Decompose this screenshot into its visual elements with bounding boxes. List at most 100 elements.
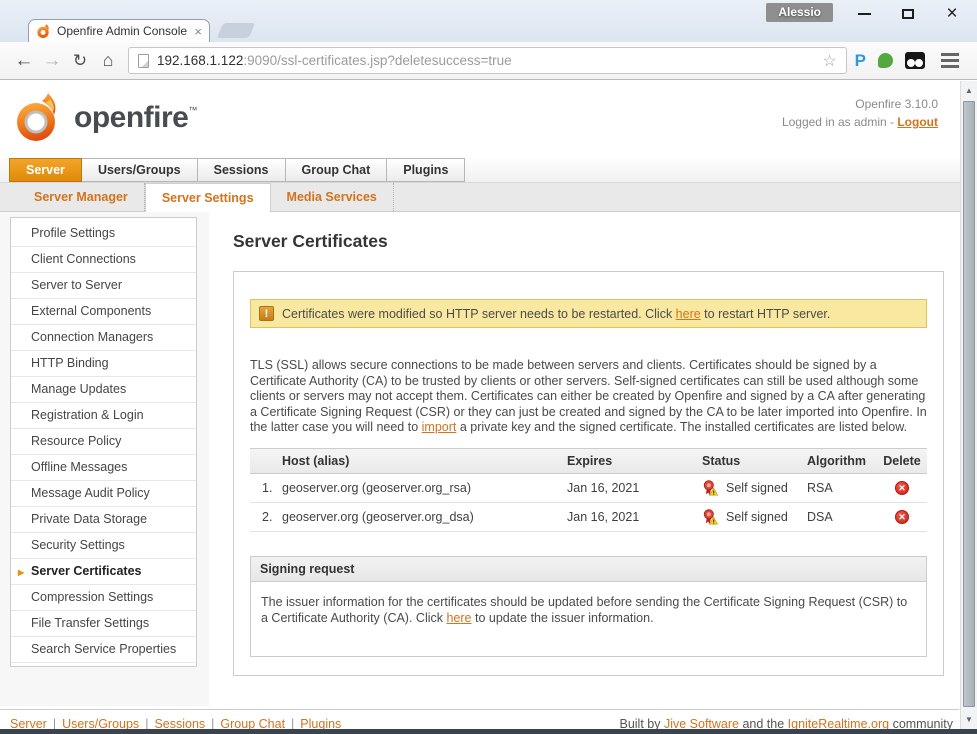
sidebar-item-compression-settings[interactable]: Compression Settings xyxy=(11,585,196,611)
header-info: Openfire 3.10.0 Logged in as admin - Log… xyxy=(782,97,938,129)
table-header-row: Host (alias) Expires Status Algorithm De… xyxy=(250,448,927,474)
sub-nav: Server Manager Server Settings Media Ser… xyxy=(0,182,960,212)
import-link[interactable]: import xyxy=(422,420,457,434)
intro-text-after: a private key and the signed certificate… xyxy=(456,420,907,434)
close-icon: × xyxy=(946,5,957,23)
reload-icon[interactable]: ↻ xyxy=(66,51,94,71)
page-icon xyxy=(138,54,149,68)
tab-server[interactable]: Server xyxy=(9,158,82,182)
certificate-warning-icon xyxy=(702,509,718,525)
sidebar-item-http-binding[interactable]: HTTP Binding xyxy=(11,351,196,377)
sidebar-item-server-to-server[interactable]: Server to Server xyxy=(11,273,196,299)
chrome-menu-icon[interactable] xyxy=(941,53,959,56)
warning-text-before: Certificates were modified so HTTP serve… xyxy=(282,307,676,321)
sidebar-item-registration-login[interactable]: Registration & Login xyxy=(11,403,196,429)
subtab-server-manager[interactable]: Server Manager xyxy=(18,183,145,211)
cert-host-link[interactable]: geoserver.org (geoserver.org_dsa) xyxy=(282,510,567,524)
warning-text-after: to restart HTTP server. xyxy=(701,307,831,321)
sidebar-item-security-settings[interactable]: Security Settings xyxy=(11,533,196,559)
sidebar-item-message-audit-policy[interactable]: Message Audit Policy xyxy=(11,481,196,507)
scroll-down-icon[interactable]: ▼ xyxy=(961,711,977,728)
delete-certificate-icon[interactable]: ✕ xyxy=(895,481,909,495)
restart-warning-banner: ! Certificates were modified so HTTP ser… xyxy=(250,299,927,328)
minimize-icon xyxy=(858,13,871,15)
bookmark-star-icon[interactable]: ☆ xyxy=(822,51,836,71)
dark-extension-icon[interactable] xyxy=(905,52,925,69)
subtab-media-services[interactable]: Media Services xyxy=(271,183,394,211)
sidebar-item-connection-managers[interactable]: Connection Managers xyxy=(11,325,196,351)
page: openfire™ Openfire 3.10.0 Logged in as a… xyxy=(0,81,977,729)
minimize-button[interactable] xyxy=(849,2,879,26)
green-bubble-extension-icon[interactable] xyxy=(878,53,893,68)
signing-request-panel: Signing request The issuer information f… xyxy=(250,556,927,657)
delete-certificate-icon[interactable]: ✕ xyxy=(895,510,909,524)
sidebar-item-external-components[interactable]: External Components xyxy=(11,299,196,325)
intro-paragraph: TLS (SSL) allows secure connections to b… xyxy=(250,358,927,436)
signing-request-body: The issuer information for the certifica… xyxy=(251,582,926,656)
sidebar-item-file-transfer-settings[interactable]: File Transfer Settings xyxy=(11,611,196,637)
scroll-up-icon[interactable]: ▲ xyxy=(961,82,977,99)
tab-plugins[interactable]: Plugins xyxy=(386,158,465,182)
sidebar: Profile Settings Client Connections Serv… xyxy=(10,217,197,667)
close-button[interactable]: × xyxy=(937,2,967,26)
home-icon[interactable]: ⌂ xyxy=(94,50,122,71)
table-row: 1. geoserver.org (geoserver.org_rsa) Jan… xyxy=(250,474,927,503)
sidebar-item-server-certificates[interactable]: ▶ Server Certificates xyxy=(11,559,196,585)
profile-badge[interactable]: Alessio xyxy=(766,3,833,22)
sidebar-item-offline-messages[interactable]: Offline Messages xyxy=(11,455,196,481)
cert-status-text: Self signed xyxy=(726,481,788,495)
sidebar-item-private-data-storage[interactable]: Private Data Storage xyxy=(11,507,196,533)
sidebar-item-profile-settings[interactable]: Profile Settings xyxy=(11,221,196,247)
cert-status-cell: Self signed xyxy=(702,509,807,525)
warning-icon: ! xyxy=(259,306,274,321)
version-label: Openfire 3.10.0 xyxy=(782,97,938,111)
tab-sessions[interactable]: Sessions xyxy=(197,158,286,182)
restart-here-link[interactable]: here xyxy=(676,307,701,321)
tab-users-groups[interactable]: Users/Groups xyxy=(81,158,198,182)
header-status: Status xyxy=(702,454,807,468)
sidebar-item-label: Server Certificates xyxy=(31,564,141,578)
cert-host-link[interactable]: geoserver.org (geoserver.org_rsa) xyxy=(282,481,567,495)
signing-text-after: to update the issuer information. xyxy=(472,611,654,625)
p-extension-icon[interactable]: P xyxy=(855,51,866,71)
back-icon[interactable]: ← xyxy=(10,50,38,72)
cert-status-cell: Self signed xyxy=(702,480,807,496)
active-item-arrow-icon: ▶ xyxy=(18,566,24,580)
maximize-button[interactable] xyxy=(893,2,923,26)
row-number: 2. xyxy=(250,510,282,524)
tab-title: Openfire Admin Console: xyxy=(57,24,188,38)
sidebar-item-search-service-properties[interactable]: Search Service Properties xyxy=(11,637,196,663)
page-title: Server Certificates xyxy=(233,231,388,252)
footer: Built by Jive Software and the IgniteRea… xyxy=(0,709,959,731)
update-issuer-here-link[interactable]: here xyxy=(446,611,471,625)
extensions-area: P xyxy=(855,51,963,71)
header-delete: Delete xyxy=(877,454,927,468)
tab-group-chat[interactable]: Group Chat xyxy=(285,158,388,182)
maximize-icon xyxy=(902,9,914,19)
url-host: 192.168.1.122 xyxy=(157,53,243,68)
subtab-server-settings[interactable]: Server Settings xyxy=(145,183,271,212)
browser-tab[interactable]: Openfire Admin Console: × xyxy=(28,19,210,42)
url-bar[interactable]: 192.168.1.122 :9090/ssl-certificates.jsp… xyxy=(128,47,847,74)
tab-close-icon[interactable]: × xyxy=(194,25,202,38)
content-box: ! Certificates were modified so HTTP ser… xyxy=(233,271,944,676)
logo-tm: ™ xyxy=(188,105,197,115)
logo-text: openfire xyxy=(74,101,188,134)
sidebar-item-client-connections[interactable]: Client Connections xyxy=(11,247,196,273)
openfire-logo: openfire™ xyxy=(12,91,197,145)
new-tab-button[interactable] xyxy=(217,23,256,38)
header-host-alias: Host (alias) xyxy=(250,454,567,468)
vertical-scrollbar[interactable]: ▲ ▼ xyxy=(960,81,977,729)
header-algorithm: Algorithm xyxy=(807,454,877,468)
sidebar-item-manage-updates[interactable]: Manage Updates xyxy=(11,377,196,403)
openfire-header: openfire™ Openfire 3.10.0 Logged in as a… xyxy=(0,81,960,158)
scrollbar-thumb[interactable] xyxy=(963,101,975,707)
row-number: 1. xyxy=(250,481,282,495)
warning-text: Certificates were modified so HTTP serve… xyxy=(282,307,830,321)
certificates-table: Host (alias) Expires Status Algorithm De… xyxy=(250,448,927,532)
browser-window: Openfire Admin Console: × Alessio × ← → … xyxy=(0,0,977,734)
logout-link[interactable]: Logout xyxy=(897,115,938,129)
sidebar-item-resource-policy[interactable]: Resource Policy xyxy=(11,429,196,455)
cert-algorithm: RSA xyxy=(807,481,877,495)
forward-icon[interactable]: → xyxy=(38,50,66,72)
